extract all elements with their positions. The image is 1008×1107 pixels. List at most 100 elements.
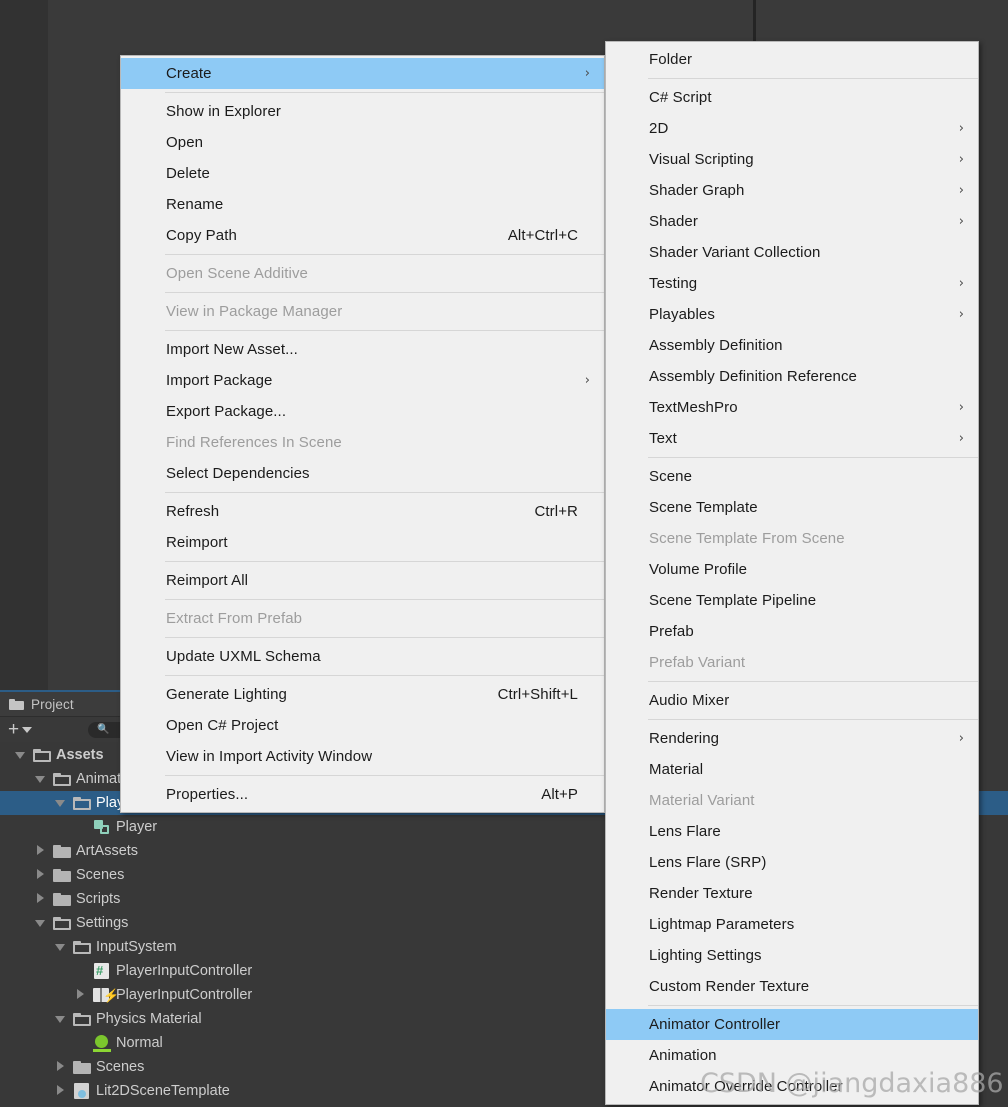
menu-item[interactable]: C# Script — [606, 82, 978, 113]
menu-item[interactable]: Generate Lighting Ctrl+Shift+L — [121, 679, 604, 710]
chevron-right-icon: › — [958, 214, 964, 229]
tree-twisty[interactable] — [32, 891, 52, 907]
menu-item-label: Rename — [166, 196, 224, 213]
folder-open-icon — [52, 914, 74, 932]
menu-item[interactable]: Text › — [606, 423, 978, 454]
menu-item[interactable]: Animation — [606, 1040, 978, 1071]
add-asset-button[interactable]: + — [8, 720, 33, 739]
menu-item[interactable]: Shader › — [606, 206, 978, 237]
menu-item[interactable]: Scene — [606, 461, 978, 492]
tree-twisty[interactable] — [52, 795, 72, 811]
tree-twisty[interactable] — [72, 987, 92, 1003]
bolt-icon: ⚡ — [103, 988, 120, 1003]
menu-item-label: Import Package — [166, 372, 273, 389]
tree-row-label: Physics Material — [96, 1011, 202, 1027]
menu-item[interactable]: Show in Explorer — [121, 96, 604, 127]
menu-item[interactable]: Properties... Alt+P — [121, 779, 604, 810]
menu-item-shortcut: Ctrl+R — [534, 503, 578, 520]
menu-item[interactable]: Export Package... — [121, 396, 604, 427]
menu-item[interactable]: Render Texture — [606, 878, 978, 909]
chevron-right-icon: › — [958, 276, 964, 291]
menu-item[interactable]: Lens Flare — [606, 816, 978, 847]
menu-item[interactable]: Lighting Settings — [606, 940, 978, 971]
menu-item[interactable]: Refresh Ctrl+R — [121, 496, 604, 527]
menu-item[interactable]: Rename — [121, 189, 604, 220]
menu-item[interactable]: Animator Controller — [606, 1009, 978, 1040]
menu-item[interactable]: Visual Scripting › — [606, 144, 978, 175]
tree-twisty[interactable] — [12, 747, 32, 763]
menu-separator — [165, 637, 604, 638]
menu-item[interactable]: Import New Asset... — [121, 334, 604, 365]
menu-item[interactable]: Open C# Project — [121, 710, 604, 741]
tab-project-label: Project — [31, 696, 74, 712]
menu-item[interactable]: Lightmap Parameters — [606, 909, 978, 940]
chevron-right-icon: › — [958, 152, 964, 167]
menu-item[interactable]: Scene Template Pipeline — [606, 585, 978, 616]
search-input[interactable]: 🔍 — [88, 722, 122, 738]
menu-item[interactable]: Delete — [121, 158, 604, 189]
menu-item[interactable]: Update UXML Schema — [121, 641, 604, 672]
menu-item[interactable]: Volume Profile — [606, 554, 978, 585]
menu-separator — [165, 492, 604, 493]
tree-twisty[interactable] — [52, 1059, 72, 1075]
menu-item-label: Material — [649, 761, 704, 778]
menu-item[interactable]: Shader Variant Collection — [606, 237, 978, 268]
menu-item-shortcut: Ctrl+Shift+L — [497, 686, 578, 703]
menu-item[interactable]: Copy Path Alt+Ctrl+C — [121, 220, 604, 251]
tree-twisty[interactable] — [32, 843, 52, 859]
menu-item-label: Delete — [166, 165, 210, 182]
menu-separator — [648, 1005, 978, 1006]
tree-row-label: Settings — [76, 915, 129, 931]
menu-separator — [165, 561, 604, 562]
menu-item[interactable]: Scene Template — [606, 492, 978, 523]
menu-item: Find References In Scene — [121, 427, 604, 458]
menu-item[interactable]: View in Import Activity Window — [121, 741, 604, 772]
menu-item-label: TextMeshPro — [649, 399, 738, 416]
menu-item[interactable]: Shader Graph › — [606, 175, 978, 206]
search-icon: 🔍 — [97, 724, 110, 735]
tree-row-label: Scenes — [96, 1059, 145, 1075]
menu-item[interactable]: Material — [606, 754, 978, 785]
menu-item[interactable]: Assembly Definition — [606, 330, 978, 361]
menu-item[interactable]: Custom Render Texture — [606, 971, 978, 1002]
menu-item[interactable]: Import Package › — [121, 365, 604, 396]
tree-twisty[interactable] — [52, 939, 72, 955]
menu-item[interactable]: Reimport All — [121, 565, 604, 596]
menu-item[interactable]: 2D › — [606, 113, 978, 144]
chevron-right-icon: › — [958, 400, 964, 415]
folder-open-icon — [72, 1010, 94, 1028]
tree-twisty[interactable] — [32, 867, 52, 883]
tree-row-label: Lit2DSceneTemplate — [96, 1083, 230, 1099]
create-submenu: Folder C# Script 2D › Visual Scripting › Shade… — [605, 41, 979, 1105]
menu-item-label: Shader Graph — [649, 182, 745, 199]
menu-item[interactable]: Rendering › — [606, 723, 978, 754]
menu-item[interactable]: Assembly Definition Reference — [606, 361, 978, 392]
menu-item-label: View in Package Manager — [166, 303, 343, 320]
tree-row-label: PlayerInputController — [116, 987, 253, 1003]
menu-item[interactable]: Open — [121, 127, 604, 158]
menu-item[interactable]: Folder — [606, 44, 978, 75]
menu-item[interactable]: Audio Mixer — [606, 685, 978, 716]
menu-item[interactable]: Playables › — [606, 299, 978, 330]
menu-item[interactable]: Lens Flare (SRP) — [606, 847, 978, 878]
menu-separator — [165, 254, 604, 255]
menu-item: Scene Template From Scene — [606, 523, 978, 554]
tree-twisty[interactable] — [52, 1083, 72, 1099]
tree-row-label: PlayerInputController — [116, 963, 253, 979]
triangle-right-icon — [57, 1061, 64, 1071]
chevron-right-icon: › — [958, 121, 964, 136]
tab-project[interactable]: Project — [0, 692, 122, 716]
tree-twisty[interactable] — [32, 771, 52, 787]
menu-item[interactable]: Reimport — [121, 527, 604, 558]
menu-item[interactable]: Create › — [121, 58, 604, 89]
tree-twisty[interactable] — [52, 1011, 72, 1027]
menu-item[interactable]: TextMeshPro › — [606, 392, 978, 423]
menu-item-label: Animator Override Controller — [649, 1078, 843, 1095]
menu-item[interactable]: Animator Override Controller — [606, 1071, 978, 1102]
menu-item[interactable]: Select Dependencies — [121, 458, 604, 489]
folder-open-icon — [72, 938, 94, 956]
menu-item[interactable]: Prefab — [606, 616, 978, 647]
folder-icon — [72, 1058, 94, 1076]
tree-twisty[interactable] — [32, 915, 52, 931]
menu-item[interactable]: Testing › — [606, 268, 978, 299]
